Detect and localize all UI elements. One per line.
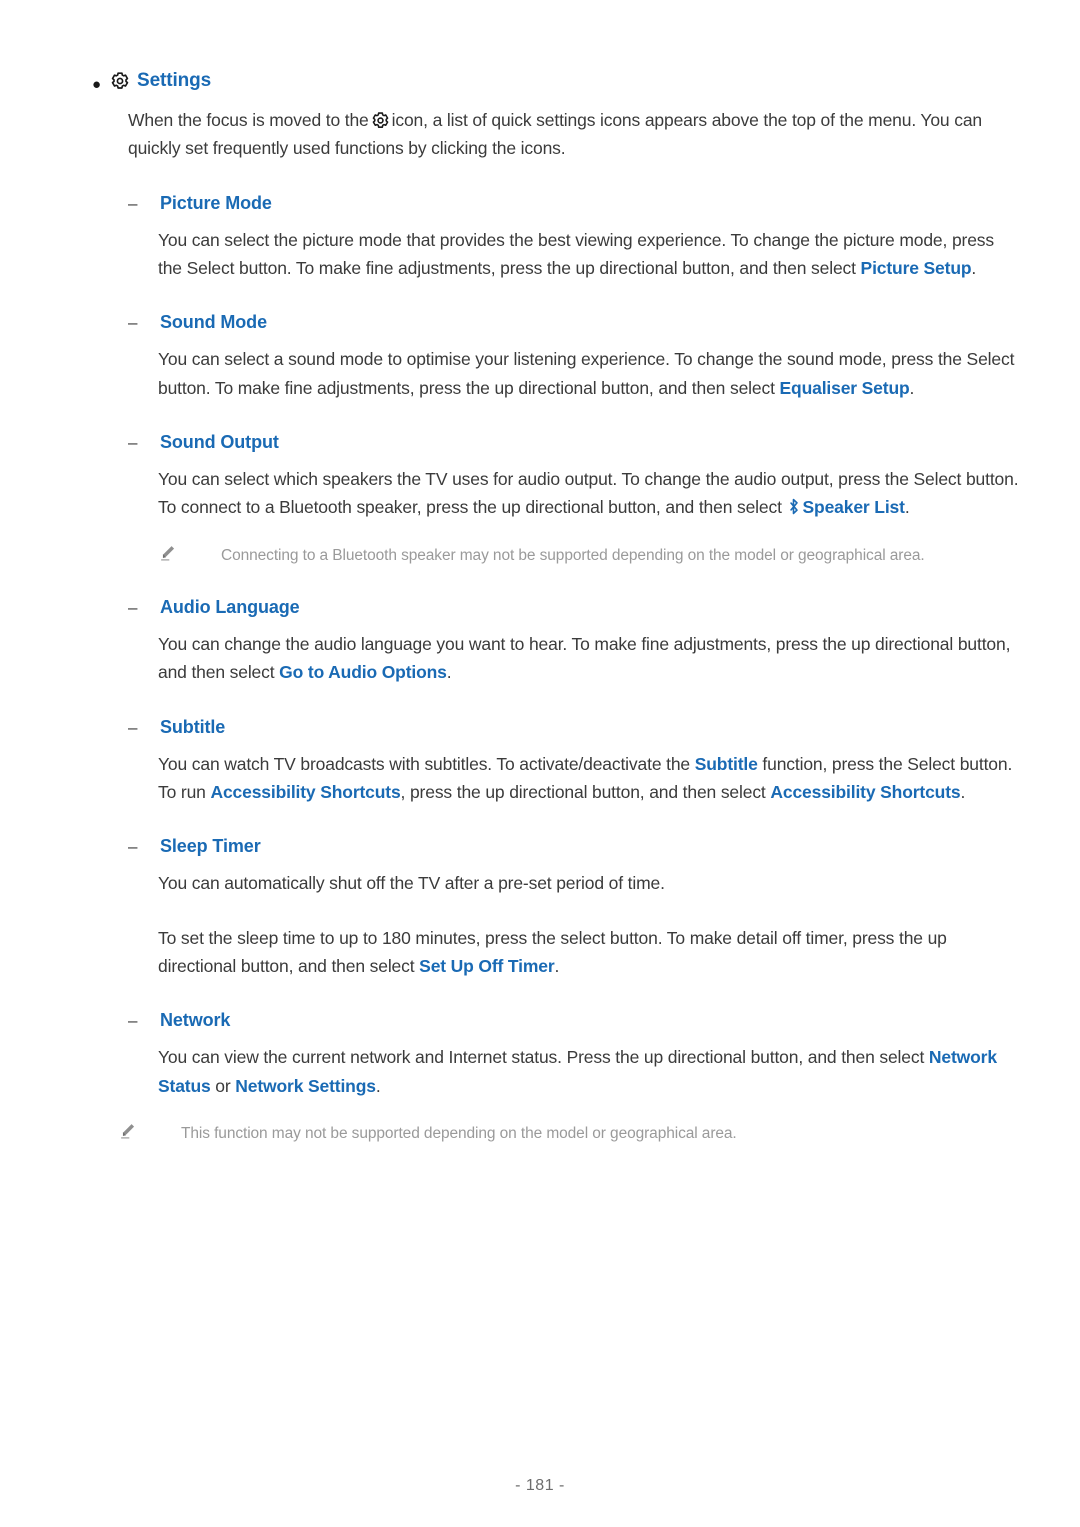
paragraph-tail: . [971, 258, 977, 279]
inline-link-set-up-off-timer[interactable]: Set Up Off Timer [419, 956, 555, 976]
settings-intro-paragraph: When the focus is moved to the icon, a li… [128, 106, 993, 163]
paragraph-text-c: , press the up directional button, and t… [400, 782, 771, 803]
gear-icon [110, 71, 130, 91]
dash-marker: – [128, 837, 138, 857]
paragraph-tail: . [904, 497, 910, 518]
network-paragraph: You can view the current network and Int… [158, 1043, 1020, 1100]
sub-item-title: Network [160, 1010, 231, 1031]
sub-item-title: Sound Output [160, 432, 279, 453]
note-function-support: This function may not be supported depen… [118, 1122, 1020, 1145]
page-number: - 181 - [515, 1477, 565, 1494]
gear-icon [371, 111, 390, 130]
intro-text-part1: When the focus is moved to the [128, 110, 369, 130]
sound-output-paragraph: You can select which speakers the TV use… [158, 465, 1020, 522]
note-bluetooth-support: Connecting to a Bluetooth speaker may no… [158, 544, 1020, 567]
picture-mode-paragraph: You can select the picture mode that pro… [158, 226, 1020, 283]
settings-heading: Settings [110, 70, 211, 92]
sub-item-sound-output: – Sound Output [128, 432, 1020, 453]
paragraph-text-a: You can view the current network and Int… [158, 1047, 929, 1068]
paragraph-tail: . [375, 1075, 381, 1096]
sub-item-title: Sound Mode [160, 312, 267, 333]
dash-marker: – [128, 598, 138, 617]
paragraph-text-a: You can watch TV broadcasts with subtitl… [158, 753, 695, 774]
dash-marker: – [128, 717, 138, 737]
paragraph-tail: . [446, 662, 452, 683]
sub-item-title: Sleep Timer [160, 836, 261, 857]
sub-item-audio-language: – Audio Language [128, 597, 1020, 618]
sub-item-sleep-timer: – Sleep Timer [128, 836, 1020, 857]
paragraph-tail: . [960, 782, 966, 803]
sub-item-sound-mode: – Sound Mode [128, 312, 1020, 333]
inline-link-go-to-audio-options[interactable]: Go to Audio Options [279, 662, 447, 682]
note-text: This function may not be supported depen… [181, 1125, 737, 1143]
sub-item-title: Audio Language [160, 597, 300, 617]
dash-marker: – [128, 193, 138, 213]
sound-mode-paragraph: You can select a sound mode to optimise … [158, 345, 1020, 402]
inline-link-equaliser-setup[interactable]: Equaliser Setup [780, 378, 910, 398]
paragraph-tail: . [554, 956, 560, 977]
sub-item-subtitle: – Subtitle [128, 717, 1020, 738]
paragraph-tail: . [909, 377, 915, 398]
inline-link-accessibility-shortcuts-select[interactable]: Accessibility Shortcuts [770, 782, 960, 802]
sub-item-network: – Network [128, 1010, 1020, 1031]
dash-marker: – [128, 433, 138, 453]
bluetooth-icon [787, 497, 800, 516]
inline-link-picture-setup[interactable]: Picture Setup [861, 258, 972, 278]
settings-title: Settings [137, 70, 212, 91]
pencil-icon [118, 1122, 137, 1141]
dash-marker: – [128, 1011, 138, 1031]
document-page: ● Settings When the focus is moved to th… [0, 0, 1080, 1527]
sleep-timer-paragraph-2: To set the sleep time to up to 180 minut… [158, 924, 1020, 981]
pencil-icon [158, 544, 177, 563]
dash-marker: – [128, 313, 138, 333]
inline-link-accessibility-shortcuts-run[interactable]: Accessibility Shortcuts [210, 782, 400, 802]
inline-link-network-settings[interactable]: Network Settings [235, 1076, 376, 1096]
inline-link-speaker-list[interactable]: Speaker List [803, 497, 905, 517]
inline-link-subtitle[interactable]: Subtitle [695, 754, 758, 774]
audio-language-paragraph: You can change the audio language you wa… [158, 630, 1020, 687]
sub-item-picture-mode: – Picture Mode [128, 193, 1020, 214]
sub-item-title: Subtitle [160, 716, 226, 737]
sub-item-title: Picture Mode [160, 192, 272, 213]
settings-bullet-row: ● Settings [92, 70, 1020, 94]
sleep-timer-paragraph-1: You can automatically shut off the TV af… [158, 873, 665, 894]
bullet-marker: ● [92, 76, 102, 93]
subtitle-paragraph: You can watch TV broadcasts with subtitl… [158, 750, 1020, 807]
paragraph-text-b: or [210, 1075, 236, 1096]
note-text: Connecting to a Bluetooth speaker may no… [221, 546, 925, 564]
